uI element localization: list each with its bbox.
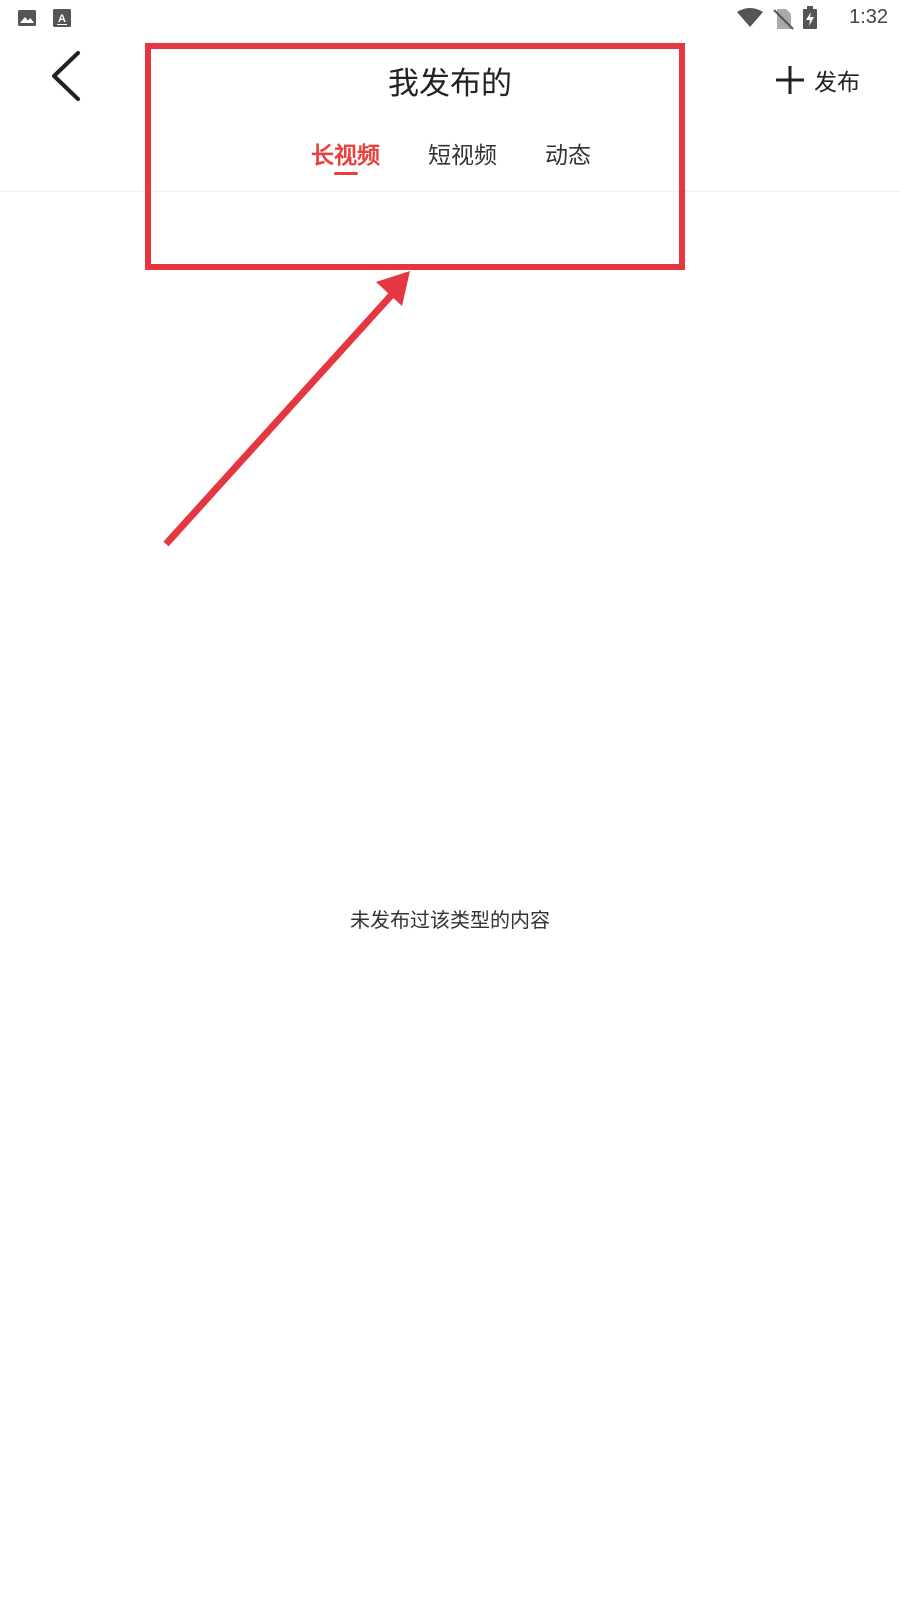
svg-text:A: A xyxy=(58,13,66,25)
status-time: 1:32 xyxy=(849,6,888,28)
annotation-arrow xyxy=(163,271,410,547)
tab-short-video[interactable]: 短视频 xyxy=(428,136,497,178)
tab-dynamics[interactable]: 动态 xyxy=(545,136,591,178)
plus-icon xyxy=(774,64,806,96)
wifi-icon xyxy=(736,8,764,28)
tab-long-video[interactable]: 长视频 xyxy=(311,136,380,178)
no-sim-icon xyxy=(772,8,794,30)
status-bar: A 1:32 xyxy=(0,0,900,36)
image-notification-icon xyxy=(17,8,37,28)
publish-button[interactable]: 发布 xyxy=(774,60,860,100)
tab-long-video-label: 长视频 xyxy=(311,143,380,169)
tab-bar: 长视频 短视频 动态 xyxy=(0,136,900,178)
tab-active-indicator xyxy=(333,172,358,175)
page-title: 我发布的 xyxy=(388,66,512,102)
header: 我发布的 发布 长视频 短视频 动态 xyxy=(0,36,900,192)
back-arrow-icon xyxy=(48,50,82,106)
publish-label: 发布 xyxy=(814,70,860,96)
tab-short-video-label: 短视频 xyxy=(428,143,497,169)
text-a-notification-icon: A xyxy=(52,8,72,28)
tab-dynamics-label: 动态 xyxy=(545,143,591,169)
empty-state-message: 未发布过该类型的内容 xyxy=(350,908,550,932)
battery-charging-icon xyxy=(802,6,818,29)
back-button[interactable] xyxy=(40,50,90,106)
